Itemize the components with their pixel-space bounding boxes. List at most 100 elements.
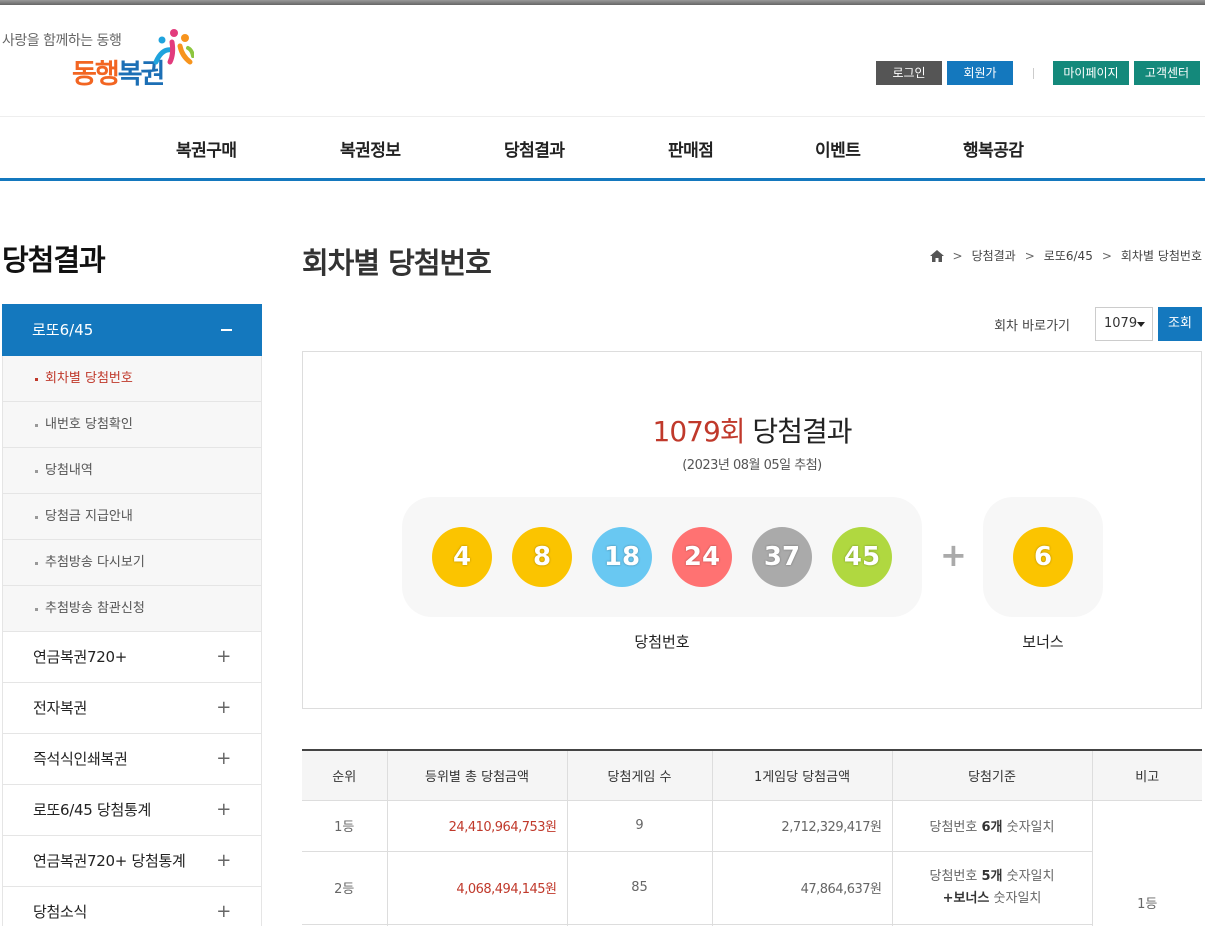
expand-icon: + — [216, 748, 231, 769]
join-button[interactable]: 회원가입 — [947, 61, 1013, 104]
page-title: 회차별 당첨번호 — [302, 246, 492, 280]
util-divider — [1033, 67, 1034, 79]
collapse-icon — [221, 329, 232, 331]
prize-per-game-cell: 47,864,637원 — [711, 850, 893, 925]
gnb-bottom-line — [0, 178, 1205, 181]
expand-icon: + — [216, 646, 231, 667]
number-ball: 8 — [512, 527, 572, 587]
note-cell: 1등 — [1091, 799, 1202, 926]
col-header: 비고 — [1091, 750, 1202, 801]
lnb-sub-payout-guide[interactable]: 당첨금 지급안내 — [3, 494, 261, 540]
lnb-item-pension-stats[interactable]: 연금복권720+ 당첨통계 + — [2, 836, 262, 887]
plus-icon: + — [940, 536, 967, 574]
lnb-sub-replay[interactable]: 추첨방송 다시보기 — [3, 540, 261, 586]
lnb-item-e-lottery[interactable]: 전자복권 + — [2, 683, 262, 734]
expand-icon: + — [216, 799, 231, 820]
number-ball: 45 — [832, 527, 892, 587]
chevron-right-icon: > — [1101, 248, 1112, 263]
number-ball: 4 — [432, 527, 492, 587]
bonus-ball: 6 — [1013, 527, 1073, 587]
col-header: 당첨기준 — [891, 750, 1093, 801]
breadcrumb-current: 회차별 당첨번호 — [1120, 249, 1202, 263]
winner-count-cell: 9 — [566, 799, 713, 852]
expand-icon: + — [216, 850, 231, 871]
round-select[interactable]: 1079 — [1095, 307, 1153, 341]
prize-table: 순위 등위별 총 당첨금액 당첨게임 수 1게임당 당첨금액 당첨기준 비고 1… — [302, 749, 1202, 926]
lnb-item-lotto-stats[interactable]: 로또6/45 당첨통계 + — [2, 785, 262, 836]
col-header: 등위별 총 당첨금액 — [386, 750, 568, 801]
round-select-value: 1079 — [1104, 316, 1138, 331]
lnb-sub-history[interactable]: 당첨내역 — [3, 448, 261, 494]
expand-icon: + — [216, 901, 231, 922]
rank-cell: 2등 — [302, 850, 388, 925]
round-selector-label: 회차 바로가기 — [994, 318, 1070, 334]
total-prize-cell: 24,410,964,753원 — [386, 799, 568, 852]
logo-mark-icon — [153, 29, 194, 65]
criteria-cell: 당첨번호 6개 숫자일치 — [891, 799, 1093, 852]
bonus-label: 보너스 — [1022, 633, 1064, 651]
gnb-item-purchase[interactable]: 복권구매 — [176, 136, 237, 161]
global-nav: 복권구매 복권정보 당첨결과 판매점 이벤트 행복공감 — [0, 117, 1205, 179]
logo-slogan: 사랑을 함께하는 동행 — [2, 33, 122, 49]
lnb-item-pension720[interactable]: 연금복권720+ + — [2, 632, 262, 683]
chevron-right-icon: > — [1024, 248, 1035, 263]
gnb-item-event[interactable]: 이벤트 — [815, 136, 861, 161]
lnb-item-label: 로또6/45 당첨통계 — [33, 801, 151, 819]
logo-brand: 동행복권 — [72, 59, 165, 90]
number-ball: 18 — [592, 527, 652, 587]
lnb-item-label: 연금복권720+ — [33, 648, 127, 666]
lnb-item-label: 전자복권 — [33, 699, 88, 717]
total-prize-cell: 4,068,494,145원 — [386, 850, 568, 925]
draw-date: (2023년 08월 05일 추첨) — [682, 458, 822, 473]
lnb-submenu: 회차별 당첨번호 내번호 당첨확인 당첨내역 당첨금 지급안내 추첨방송 다시보… — [2, 356, 262, 632]
lnb-item-news[interactable]: 당첨소식 + — [2, 887, 262, 926]
lnb-item-label: 당첨소식 — [33, 903, 88, 921]
col-header: 당첨게임 수 — [566, 750, 713, 801]
prize-per-game-cell: 2,712,329,417원 — [711, 799, 893, 852]
top-bar — [0, 0, 1205, 5]
col-header: 1게임당 당첨금액 — [711, 750, 893, 801]
gnb-item-happiness[interactable]: 행복공감 — [963, 136, 1024, 161]
win-result-box: 1079회 당첨결과 (2023년 08월 05일 추첨) 4 8 18 24 … — [302, 351, 1202, 709]
table-row: 1등 24,410,964,753원 9 2,712,329,417원 당첨번호… — [302, 799, 1202, 926]
gnb-item-results[interactable]: 당첨결과 — [504, 136, 565, 161]
lnb-sub-round-numbers[interactable]: 회차별 당첨번호 — [3, 356, 261, 402]
winner-count-cell: 85 — [566, 850, 713, 925]
lnb-item-label: 로또6/45 — [32, 321, 94, 339]
util-menu: 로그인 회원가입 마이페이지 고객센터 — [876, 61, 1200, 104]
table-row: 2등 4,068,494,145원 85 47,864,637원 당첨번호 5개… — [302, 850, 1202, 925]
lnb-item-instant[interactable]: 즉석식인쇄복권 + — [2, 734, 262, 785]
number-ball: 24 — [672, 527, 732, 587]
lnb-sub-my-number[interactable]: 내번호 당첨확인 — [3, 402, 261, 448]
lnb-sub-attendance[interactable]: 추첨방송 참관신청 — [3, 586, 261, 632]
dropdown-arrow-icon — [1137, 322, 1145, 327]
left-nav: 로또6/45 회차별 당첨번호 내번호 당첨확인 당첨내역 당첨금 지급안내 추… — [2, 304, 262, 926]
lnb-title: 당첨결과 — [2, 243, 106, 277]
gnb-item-stores[interactable]: 판매점 — [668, 136, 714, 161]
breadcrumb: > 당첨결과 > 로또6/45 > 회차별 당첨번호 — [929, 247, 1202, 264]
login-button[interactable]: 로그인 — [876, 61, 942, 85]
search-button[interactable]: 조회 — [1158, 307, 1202, 341]
expand-icon: + — [216, 697, 231, 718]
lnb-item-label: 즉석식인쇄복권 — [33, 750, 128, 768]
col-header: 순위 — [302, 750, 388, 801]
site-logo[interactable]: 사랑을 함께하는 동행 동행복권 — [2, 28, 202, 98]
lnb-item-lotto645[interactable]: 로또6/45 — [2, 304, 262, 356]
criteria-cell: 당첨번호 5개 숫자일치 +보너스 숫자일치 — [891, 850, 1092, 925]
gnb-item-info[interactable]: 복권정보 — [340, 136, 401, 161]
mypage-button[interactable]: 마이페이지 — [1053, 61, 1129, 85]
number-ball: 37 — [752, 527, 812, 587]
table-header-row: 순위 등위별 총 당첨금액 당첨게임 수 1게임당 당첨금액 당첨기준 비고 — [302, 750, 1202, 801]
rank-cell: 1등 — [302, 799, 388, 852]
chevron-right-icon: > — [952, 248, 963, 263]
winning-numbers-label: 당첨번호 — [634, 633, 690, 651]
lnb-item-label: 연금복권720+ 당첨통계 — [33, 852, 186, 870]
winning-numbers: 4 8 18 24 37 45 — [402, 497, 922, 617]
round-selector: 회차 바로가기 1079 조회 — [994, 307, 1202, 341]
breadcrumb-item[interactable]: 당첨결과 — [972, 247, 1016, 264]
win-result-title: 1079회 당첨결과 — [652, 415, 853, 448]
breadcrumb-item[interactable]: 로또6/45 — [1044, 247, 1093, 264]
customer-center-button[interactable]: 고객센터 — [1134, 61, 1200, 85]
bonus-number: 6 — [983, 497, 1103, 617]
home-icon[interactable] — [929, 249, 944, 262]
